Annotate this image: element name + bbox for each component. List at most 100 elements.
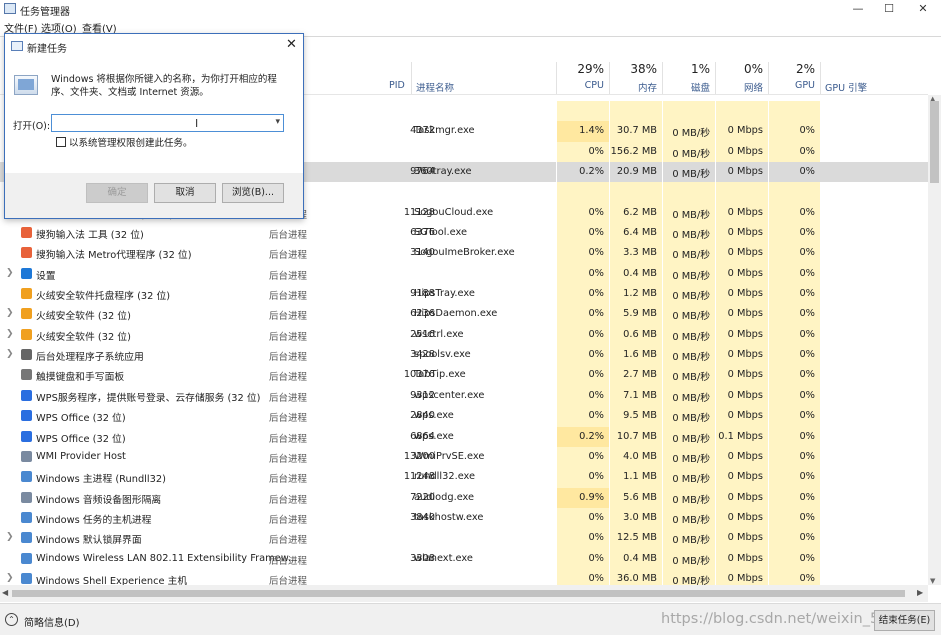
browse-button[interactable]: 浏览(B)... bbox=[222, 183, 284, 203]
admin-checkbox[interactable] bbox=[56, 137, 66, 147]
table-row[interactable]: ❯ 火绒安全软件 (32 位) 后台进程 2516 wsctrl.exe 0% 0.6 MB… bbox=[0, 324, 928, 346]
process-exe: SogouCloud.exe bbox=[414, 206, 494, 218]
disk-cell: 0 MB/秒 bbox=[662, 141, 715, 163]
process-display-name: 设置 bbox=[36, 270, 56, 282]
network-cell: 0 Mbps bbox=[715, 487, 768, 508]
column-cpu[interactable]: 29% CPU bbox=[556, 62, 609, 94]
maximize-button[interactable]: ☐ bbox=[872, 0, 906, 18]
expand-chevron-icon[interactable]: ❯ bbox=[6, 532, 14, 542]
expand-chevron-icon[interactable]: ❯ bbox=[6, 349, 14, 359]
memory-cell: 2.7 MB bbox=[609, 365, 662, 386]
cpu-cell: 0% bbox=[556, 243, 609, 264]
scroll-left-icon[interactable]: ◀ bbox=[2, 588, 8, 597]
gpu-cell bbox=[768, 182, 820, 203]
column-gpu[interactable]: 2% GPU bbox=[768, 62, 820, 94]
wps-icon bbox=[21, 430, 32, 442]
table-row[interactable]: Windows 任务的主机进程 后台进程 3840 taskhostw.exe 0% 3.… bbox=[0, 507, 928, 529]
disk-cell: 0 MB/秒 bbox=[662, 446, 715, 468]
expand-chevron-icon[interactable]: ❯ bbox=[6, 573, 14, 583]
network-cell: 0 Mbps bbox=[715, 141, 768, 163]
network-cell: 0 Mbps bbox=[715, 324, 768, 346]
process-exe: TabTip.exe bbox=[414, 369, 466, 381]
expand-chevron-icon[interactable]: ❯ bbox=[6, 268, 14, 278]
expand-chevron-icon[interactable]: ❯ bbox=[6, 329, 14, 339]
table-row[interactable]: Windows 音频设备图形隔离 后台进程 7220 audiodg.exe 0.9% 5… bbox=[0, 487, 928, 508]
memory-cell: 7.1 MB bbox=[609, 385, 662, 407]
vertical-scroll-thumb[interactable] bbox=[930, 101, 939, 183]
memory-cell: 6.4 MB bbox=[609, 223, 662, 244]
column-gpu-label: GPU bbox=[794, 80, 815, 91]
table-row[interactable]: WMI Provider Host 后台进程 13200 WmiPrvSE.exe 0%… bbox=[0, 446, 928, 468]
cpu-cell: 0% bbox=[556, 263, 609, 285]
expand-chevron-icon[interactable]: ❯ bbox=[6, 308, 14, 318]
table-row[interactable]: ❯ 设置 后台进程 0% 0.4 MB 0 MB/秒 0 Mbps 0% bbox=[0, 263, 928, 285]
column-network[interactable]: 0% 网络 bbox=[715, 62, 768, 94]
task-manager-icon bbox=[4, 3, 16, 14]
collapse-icon[interactable]: ⌃ bbox=[5, 613, 18, 626]
disk-cell: 0 MB/秒 bbox=[662, 162, 715, 183]
memory-cell: 12.5 MB bbox=[609, 528, 662, 549]
column-pid-label: PID bbox=[389, 80, 405, 91]
gpu-cell: 0% bbox=[768, 385, 820, 407]
process-exe: SGTool.exe bbox=[414, 227, 467, 239]
close-button[interactable]: ✕ bbox=[906, 0, 940, 18]
process-status: 后台进程 bbox=[269, 331, 308, 343]
process-exe: 360tray.exe bbox=[414, 166, 472, 178]
end-task-button[interactable]: 结束任务(E) bbox=[874, 610, 935, 631]
open-combobox[interactable]: I ▾ bbox=[51, 114, 284, 132]
dialog-button-bar: 确定 取消 浏览(B)... bbox=[5, 173, 303, 218]
column-process-name[interactable]: 进程名称 bbox=[411, 62, 556, 94]
table-row[interactable]: 搜狗输入法 Metro代理程序 (32 位) 后台进程 3140 SogouImeBr… bbox=[0, 243, 928, 264]
column-disk[interactable]: 1% 磁盘 bbox=[662, 62, 715, 94]
disk-total: 1% bbox=[690, 62, 710, 76]
service-icon bbox=[21, 450, 32, 462]
scroll-down-icon[interactable]: ▼ bbox=[930, 577, 935, 585]
huorong-icon bbox=[21, 288, 32, 300]
cpu-cell: 0% bbox=[556, 202, 609, 224]
dialog-close-icon[interactable]: ✕ bbox=[286, 37, 297, 52]
cancel-button[interactable]: 取消 bbox=[154, 183, 216, 203]
table-row[interactable]: ❯ 后台处理程序子系统应用 后台进程 3428 spoolsv.exe 0% 1.6 MB 0… bbox=[0, 345, 928, 366]
admin-checkbox-label[interactable]: 以系统管理权限创建此任务。 bbox=[69, 135, 193, 149]
gpu-cell: 0% bbox=[768, 548, 820, 569]
network-cell: 0 Mbps bbox=[715, 263, 768, 285]
sogou-icon bbox=[21, 227, 32, 239]
cpu-cell: 0% bbox=[556, 507, 609, 529]
memory-cell: 1.2 MB bbox=[609, 284, 662, 305]
horizontal-scrollbar[interactable]: ◀ ▶ bbox=[0, 585, 928, 602]
table-row[interactable]: 火绒安全软件托盘程序 (32 位) 后台进程 9188 HipsTray.exe 0% 1… bbox=[0, 284, 928, 305]
disk-cell: 0 MB/秒 bbox=[662, 243, 715, 264]
table-row[interactable]: WPS服务程序，提供账号登录、云存储服务 (32 位) 后台进程 9312 wpsce… bbox=[0, 385, 928, 407]
table-row[interactable]: 触摸键盘和手写面板 后台进程 10376 TabTip.exe 0% 2.7 MB 0 MB… bbox=[0, 365, 928, 386]
column-memory[interactable]: 38% 内存 bbox=[609, 62, 662, 94]
table-row[interactable]: Windows 主进程 (Rundll32) 后台进程 11248 rundll32.… bbox=[0, 467, 928, 488]
scroll-right-icon[interactable]: ▶ bbox=[917, 588, 923, 597]
table-row[interactable]: ❯ Windows 默认锁屏界面 后台进程 0% 12.5 MB 0 MB/秒 0 Mbps… bbox=[0, 528, 928, 549]
less-details-link[interactable]: 简略信息(D) bbox=[24, 614, 80, 629]
gpu-cell: 0% bbox=[768, 121, 820, 142]
window-icon bbox=[21, 572, 32, 584]
dialog-description: Windows 将根据你所键入的名称，为你打开相应的程序、文件夹、文档或 Int… bbox=[51, 74, 277, 98]
horizontal-scroll-thumb[interactable] bbox=[12, 590, 905, 597]
table-row[interactable]: Windows Wireless LAN 802.11 Extensibilit… bbox=[0, 548, 928, 569]
printer-icon bbox=[21, 349, 32, 361]
cpu-cell: 0% bbox=[556, 446, 609, 468]
table-row[interactable]: ❯ 火绒安全软件 (32 位) 后台进程 6236 HipsDaemon.exe 0% 5.… bbox=[0, 304, 928, 325]
network-cell: 0 Mbps bbox=[715, 284, 768, 305]
cpu-cell: 0% bbox=[556, 406, 609, 427]
process-display-name: 搜狗输入法 工具 (32 位) bbox=[36, 230, 144, 242]
vertical-scrollbar[interactable]: ▲ ▼ bbox=[928, 95, 941, 585]
chevron-down-icon[interactable]: ▾ bbox=[275, 117, 280, 127]
table-row[interactable]: 搜狗输入法 工具 (32 位) 后台进程 6376 SGTool.exe 0% 6.4 M… bbox=[0, 223, 928, 244]
network-cell: 0 Mbps bbox=[715, 365, 768, 386]
column-pid[interactable]: PID bbox=[373, 62, 411, 94]
minimize-button[interactable]: — bbox=[841, 0, 875, 18]
column-gpu-engine[interactable]: GPU 引擎 bbox=[820, 62, 928, 94]
process-exe: audiodg.exe bbox=[414, 491, 475, 503]
ok-button[interactable]: 确定 bbox=[86, 183, 148, 203]
table-row[interactable]: WPS Office (32 位) 后台进程 2840 wps.exe 0% 9.5 MB… bbox=[0, 406, 928, 427]
gpu-cell: 0% bbox=[768, 141, 820, 163]
network-cell bbox=[715, 101, 768, 122]
table-row[interactable]: WPS Office (32 位) 后台进程 6864 wps.exe 0.2% 10.7… bbox=[0, 426, 928, 447]
process-exe: wpscenter.exe bbox=[414, 389, 485, 401]
